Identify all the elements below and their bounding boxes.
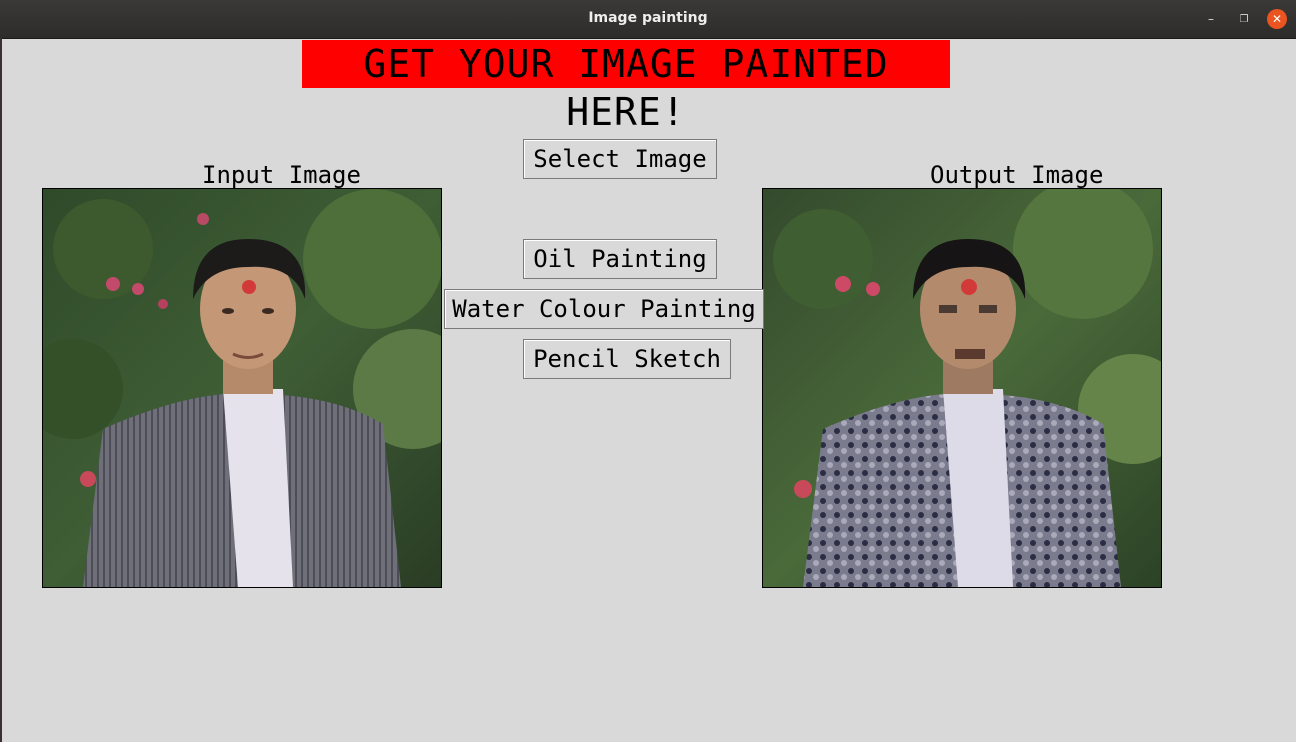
output-photo [763, 189, 1161, 587]
output-image-panel [762, 188, 1162, 588]
oil-painting-button[interactable]: Oil Painting [523, 239, 717, 279]
minimize-button[interactable]: – [1201, 9, 1221, 29]
output-image-label: Output Image [930, 161, 1104, 189]
window-edge [0, 38, 2, 742]
water-colour-painting-button[interactable]: Water Colour Painting [444, 289, 764, 329]
input-image-panel [42, 188, 442, 588]
header-banner: GET YOUR IMAGE PAINTED HERE! [302, 40, 950, 134]
maximize-button[interactable]: ❐ [1234, 9, 1254, 29]
title-bar: Image painting – ❐ ✕ [0, 0, 1296, 39]
input-photo [43, 189, 441, 587]
close-button[interactable]: ✕ [1267, 9, 1287, 29]
select-image-button[interactable]: Select Image [523, 139, 717, 179]
input-image-label: Input Image [202, 161, 361, 189]
pencil-sketch-button[interactable]: Pencil Sketch [523, 339, 731, 379]
window-title: Image painting [588, 10, 708, 26]
